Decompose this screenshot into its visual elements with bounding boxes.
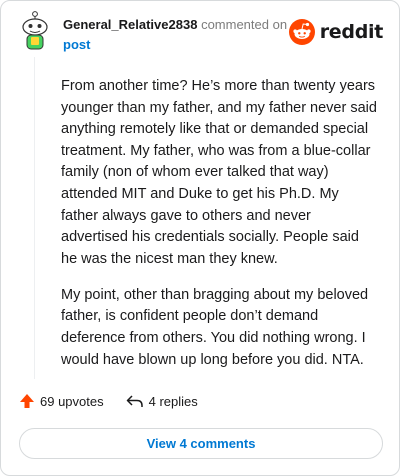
replies-count: 4 replies xyxy=(148,393,198,409)
comment-card: General_Relative2838 commented on post r… xyxy=(0,0,400,476)
upvotes-count: 69 upvotes xyxy=(40,393,104,409)
snoo-avatar-icon xyxy=(22,11,48,50)
view-comments-button[interactable]: View 4 comments xyxy=(19,428,383,459)
comment-paragraph: From another time? He’s more than twenty… xyxy=(61,78,377,267)
commented-on-label: commented on xyxy=(201,17,288,32)
reddit-wordmark: reddit xyxy=(319,21,384,43)
thread-line xyxy=(34,57,35,379)
reddit-logo-icon xyxy=(288,19,315,45)
reddit-brand[interactable]: reddit xyxy=(288,19,384,45)
reply-arrow-icon xyxy=(126,395,143,407)
username[interactable]: General_Relative2838 xyxy=(63,17,197,32)
upvotes-stat[interactable]: 69 upvotes xyxy=(19,393,104,409)
comment-body: From another time? He’s more than twenty… xyxy=(61,76,379,386)
comment-footer: 69 upvotes 4 replies xyxy=(19,393,220,409)
comment-paragraph: My point, other than bragging about my b… xyxy=(61,286,369,368)
comment-header: General_Relative2838 commented on post xyxy=(63,15,303,55)
post-link[interactable]: post xyxy=(63,35,303,55)
upvote-arrow-icon xyxy=(20,394,34,408)
replies-stat[interactable]: 4 replies xyxy=(126,393,198,409)
